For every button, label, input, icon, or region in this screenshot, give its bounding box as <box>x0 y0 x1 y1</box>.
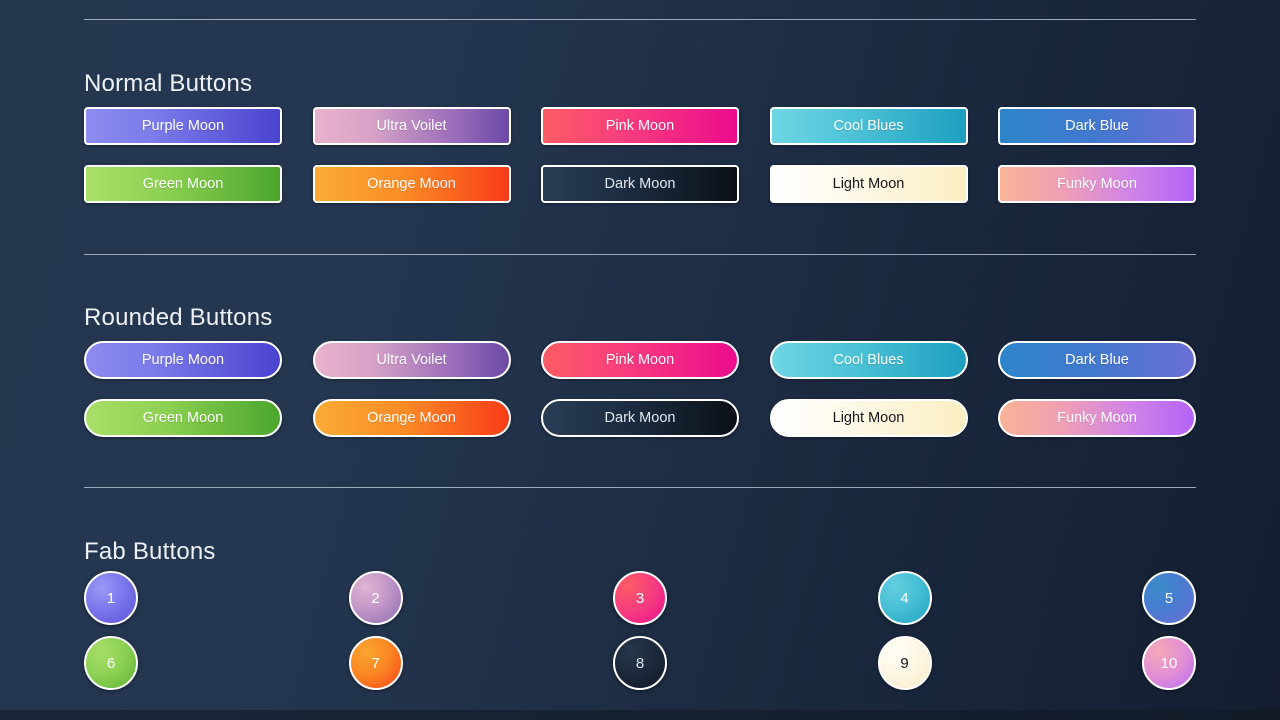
normal-button-ultra-voilet[interactable]: Ultra Voilet <box>312 107 511 145</box>
divider-bottom <box>84 487 1196 488</box>
rounded-button-ultra-voilet[interactable]: Ultra Voilet <box>312 341 511 379</box>
fab-button-8[interactable]: 8 <box>613 636 667 690</box>
divider-middle <box>84 254 1196 255</box>
fab-button-5[interactable]: 5 <box>1142 571 1196 625</box>
fab-button-7[interactable]: 7 <box>348 636 403 690</box>
rounded-button-funky-moon[interactable]: Funky Moon <box>998 399 1196 437</box>
fab-button-10[interactable]: 10 <box>1142 636 1196 690</box>
fab-buttons-grid: 1 2 3 4 5 6 7 8 9 10 <box>84 571 1196 690</box>
fab-button-3[interactable]: 3 <box>613 571 667 625</box>
normal-button-cool-blues[interactable]: Cool Blues <box>769 107 968 145</box>
rounded-button-green-moon[interactable]: Green Moon <box>84 399 282 437</box>
normal-button-green-moon[interactable]: Green Moon <box>84 165 282 203</box>
fab-button-4[interactable]: 4 <box>877 571 932 625</box>
rounded-button-cool-blues[interactable]: Cool Blues <box>769 341 968 379</box>
normal-button-purple-moon[interactable]: Purple Moon <box>84 107 282 145</box>
button-showcase-page: Normal Buttons Purple Moon Ultra Voilet Pi… <box>0 0 1280 720</box>
section-title-rounded-buttons: Rounded Buttons <box>84 304 273 331</box>
normal-button-pink-moon[interactable]: Pink Moon <box>541 107 739 145</box>
normal-button-dark-moon[interactable]: Dark Moon <box>541 165 739 203</box>
normal-button-dark-blue[interactable]: Dark Blue <box>998 107 1196 145</box>
normal-button-light-moon[interactable]: Light Moon <box>769 165 968 203</box>
rounded-button-light-moon[interactable]: Light Moon <box>769 399 968 437</box>
bottom-band <box>0 710 1280 720</box>
rounded-button-pink-moon[interactable]: Pink Moon <box>541 341 739 379</box>
divider-top <box>84 19 1196 20</box>
fab-button-6[interactable]: 6 <box>84 636 138 690</box>
rounded-button-purple-moon[interactable]: Purple Moon <box>84 341 282 379</box>
normal-buttons-grid: Purple Moon Ultra Voilet Pink Moon Cool Blu… <box>84 107 1196 203</box>
fab-button-9[interactable]: 9 <box>877 636 932 690</box>
normal-button-funky-moon[interactable]: Funky Moon <box>998 165 1196 203</box>
normal-button-orange-moon[interactable]: Orange Moon <box>312 165 511 203</box>
rounded-button-orange-moon[interactable]: Orange Moon <box>312 399 511 437</box>
fab-button-2[interactable]: 2 <box>348 571 403 625</box>
rounded-button-dark-blue[interactable]: Dark Blue <box>998 341 1196 379</box>
rounded-button-dark-moon[interactable]: Dark Moon <box>541 399 739 437</box>
fab-button-1[interactable]: 1 <box>84 571 138 625</box>
rounded-buttons-grid: Purple Moon Ultra Voilet Pink Moon Cool Blu… <box>84 341 1196 437</box>
section-title-normal-buttons: Normal Buttons <box>84 70 253 97</box>
section-title-fab-buttons: Fab Buttons <box>84 538 216 565</box>
